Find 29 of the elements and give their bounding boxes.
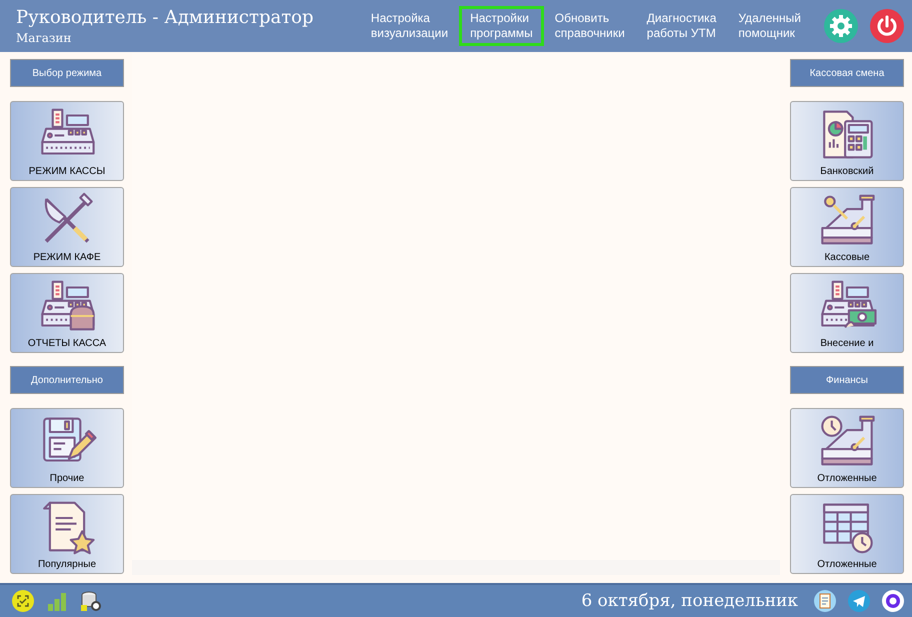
app-title: Руководитель - Администратор [16,7,315,29]
section-header: Кассовая смена [790,59,904,87]
signal-icon [46,590,68,612]
tile-button[interactable]: Банковский [790,101,904,181]
tile-button[interactable]: Отложенные [790,408,904,488]
section-header: Дополнительно [10,366,124,394]
power-icon[interactable] [870,9,904,43]
tile-button[interactable]: Популярные [10,494,124,574]
menu-button[interactable]: Настройка визуализации [360,6,460,46]
settings-icon[interactable] [824,9,858,43]
section-header: Выбор режима [10,59,124,87]
tile-button[interactable]: ОТЧЕТЫ КАССА [10,273,124,353]
tile-button[interactable]: Внесение и [790,273,904,353]
section-header: Финансы [790,366,904,394]
menu-button[interactable]: Диагностика работы УТМ [636,6,728,46]
store-name: Магазин [16,31,72,45]
notebook-icon[interactable] [814,590,836,612]
menu-button[interactable]: Настройки программы [459,6,544,46]
paper-plane-icon[interactable] [848,590,870,612]
scan-icon[interactable] [12,590,34,612]
tile-button[interactable]: РЕЖИМ КАССЫ [10,101,124,181]
tile-button[interactable]: Отложенные [790,494,904,574]
tile-button[interactable]: РЕЖИМ КАФЕ [10,187,124,267]
date-text: 6 октября, понедельник [580,591,798,611]
tile-button[interactable]: Кассовые [790,187,904,267]
chat-icon[interactable] [882,590,904,612]
menu-button[interactable]: Удаленный помощник [727,6,812,46]
menu-button[interactable]: Обновить справочники [544,6,636,46]
tile-button[interactable]: Прочие [10,408,124,488]
